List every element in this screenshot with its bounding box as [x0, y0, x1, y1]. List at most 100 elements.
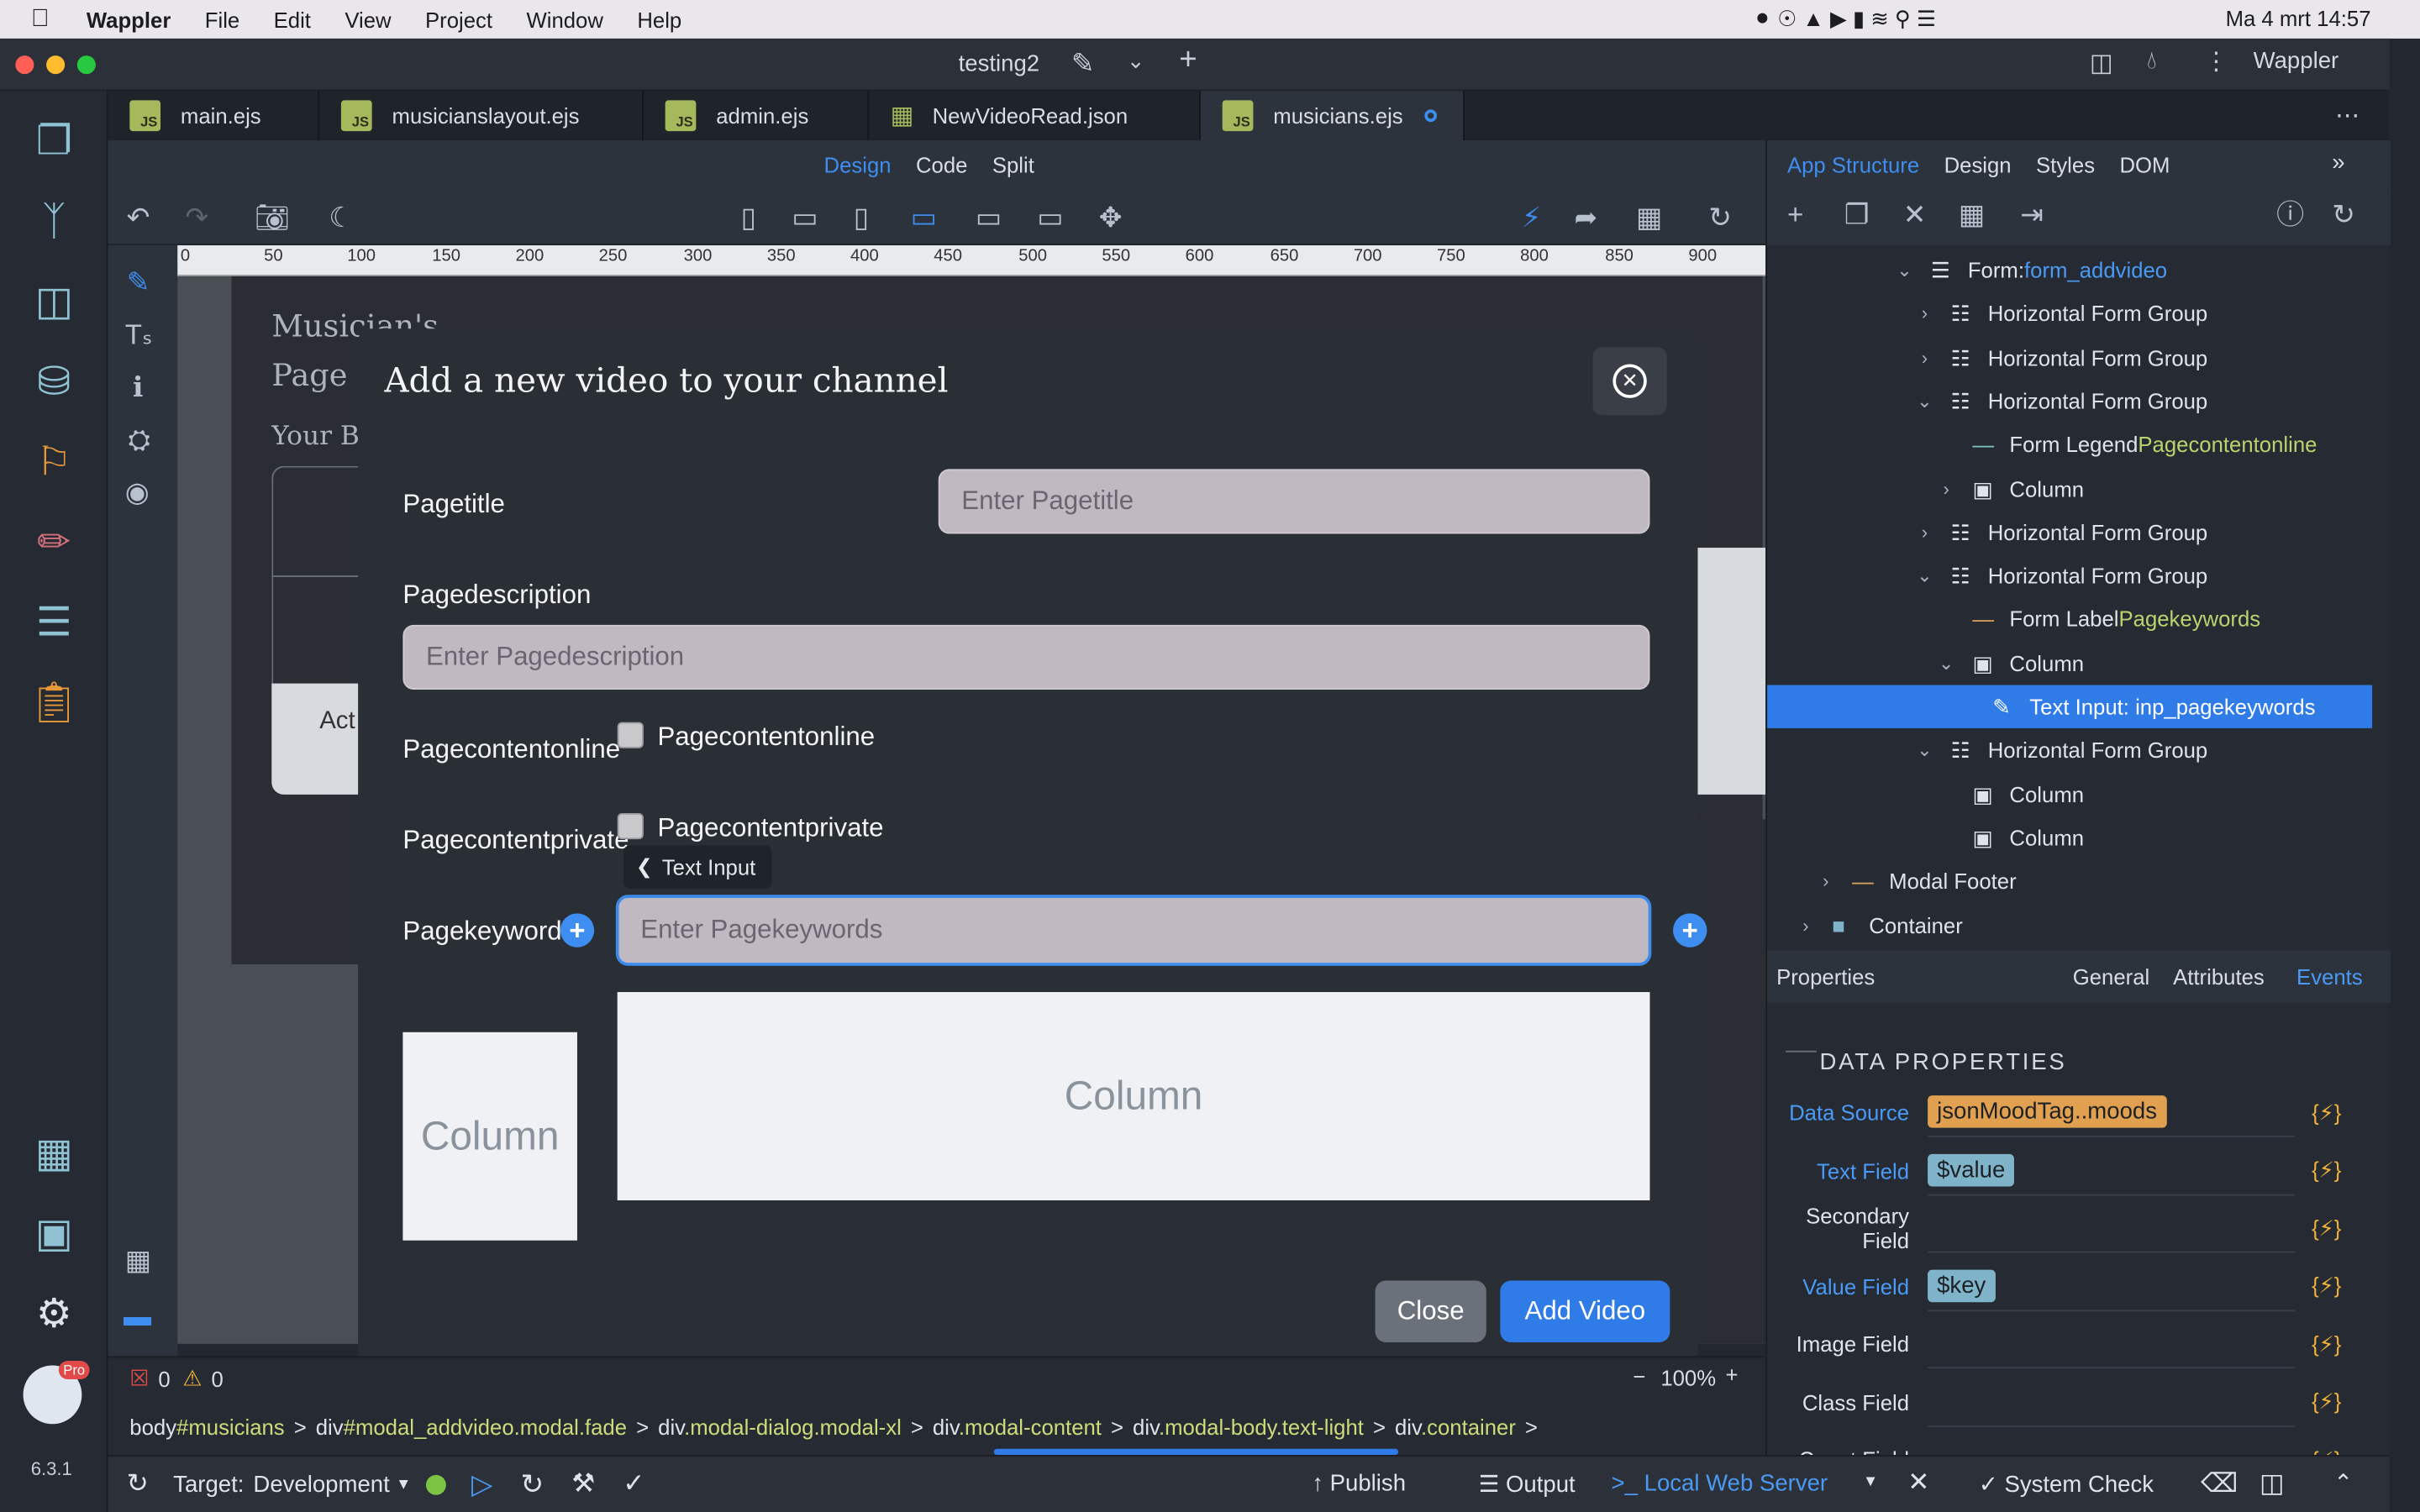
check-circle-icon[interactable]: ✓	[623, 1469, 644, 1500]
warning-icon[interactable]: ⚠	[182, 1366, 202, 1392]
tab-design-panel[interactable]: Design	[1944, 153, 2012, 177]
add-project-icon[interactable]: +	[1179, 43, 1197, 78]
property-value-chip[interactable]: jsonMoodTag..moods	[1928, 1095, 2167, 1128]
chevron-down-icon[interactable]: ⌄	[1127, 48, 1145, 74]
more-vertical-icon[interactable]: ⋮	[2204, 46, 2228, 77]
zoom-in-icon[interactable]: +	[1725, 1362, 1738, 1387]
copy-icon[interactable]: ❐	[1844, 199, 1870, 230]
breadcrumb-content[interactable]: div.modal-content	[933, 1415, 1102, 1439]
desktop-icon[interactable]: ▭	[976, 202, 1002, 234]
tab-main-ejs[interactable]: JS main.ejs	[108, 91, 320, 141]
breadcrumb-body[interactable]: body#musicians	[129, 1415, 284, 1439]
tab-newvideoread-json[interactable]: ▦ NewVideoRead.json	[869, 91, 1201, 141]
routing-icon[interactable]: ⚐	[26, 433, 82, 489]
grid-icon[interactable]: ▦	[125, 1245, 151, 1276]
tree-item[interactable]: ⌄ ☷ Horizontal Form Group	[1767, 728, 2372, 771]
caret-down-icon[interactable]: ▼	[396, 1476, 411, 1493]
database-icon[interactable]: ⛁︎	[26, 354, 82, 409]
clipboard-icon[interactable]: 📋︎	[26, 675, 82, 730]
target-select[interactable]: Development	[253, 1471, 389, 1497]
tree-item[interactable]: ⌄ ☷ Horizontal Form Group	[1767, 554, 2372, 597]
apple-icon[interactable]: 	[31, 5, 50, 33]
tab-styles[interactable]: Styles	[2036, 153, 2095, 177]
close-button[interactable]: Close	[1375, 1280, 1486, 1342]
undo-icon[interactable]: ↶	[127, 202, 150, 234]
chevron-up-icon[interactable]: ⌃	[2333, 1469, 2353, 1496]
collapse-panel-icon[interactable]: »	[2332, 150, 2344, 176]
extensions-icon[interactable]: ▦	[26, 1125, 82, 1180]
tree-item[interactable]: › ■ Container	[1767, 903, 2372, 946]
menu-edit[interactable]: Edit	[274, 7, 311, 31]
status-icons[interactable]: ⚫︎ ☉ ▲ ▶ ▮ ≋ ⚲ ☰	[1754, 6, 1936, 32]
property-value-field[interactable]: jsonMoodTag..moods	[1928, 1088, 2296, 1137]
tree-item[interactable]: › — Modal Footer	[1767, 859, 2372, 902]
dynamic-data-icon[interactable]: {⚡}	[2312, 1100, 2341, 1126]
move-icon[interactable]: ✥	[1099, 202, 1123, 234]
error-icon[interactable]: ☒	[129, 1366, 149, 1392]
add-after-icon[interactable]: +	[1673, 913, 1707, 948]
pagecontentprivate-checkbox[interactable]	[617, 812, 644, 840]
tab-code[interactable]: Code	[916, 153, 967, 177]
tab-app-structure[interactable]: App Structure	[1787, 153, 1919, 177]
tab-dom[interactable]: DOM	[2119, 153, 2170, 177]
tab-design[interactable]: Design	[824, 153, 892, 177]
property-value-field[interactable]	[1928, 1319, 2296, 1369]
property-value-field[interactable]	[1928, 1435, 2295, 1455]
menu-help[interactable]: Help	[637, 7, 681, 31]
tree-item[interactable]: ▣ Column	[1767, 772, 2372, 815]
modal-close-button[interactable]: ✕	[1592, 347, 1667, 416]
more-tabs-icon[interactable]: ⋯	[2335, 100, 2360, 131]
theme-drop-icon[interactable]: 💧︎	[2147, 48, 2157, 76]
maximize-window-icon[interactable]	[76, 55, 96, 75]
pagedescription-input[interactable]: Enter Pagedescription	[402, 624, 1650, 690]
property-value-field[interactable]: $value	[1928, 1146, 2296, 1195]
chevron-right-icon[interactable]: ›	[1914, 347, 1936, 369]
dynamic-data-icon[interactable]: {⚡}	[2312, 1331, 2341, 1357]
phone-icon[interactable]: ▯	[741, 202, 756, 234]
refresh-tree-icon[interactable]: ↻	[2332, 199, 2355, 230]
menubar-clock[interactable]: Ma 4 mrt 14:57	[2226, 6, 2371, 30]
git-icon[interactable]: ᛉ	[26, 193, 82, 249]
tab-general[interactable]: General	[2073, 964, 2149, 989]
tree-item[interactable]: ⌄ ▣ Column	[1767, 642, 2372, 685]
redo-icon[interactable]: ↷	[185, 202, 208, 234]
tab-events[interactable]: Events	[2296, 964, 2363, 989]
pagekeywords-input[interactable]: Enter Pagekeywords	[615, 895, 1652, 966]
move-out-icon[interactable]: ⇥	[2020, 199, 2044, 230]
tree-item[interactable]: — Form Legend Pagecontentonline	[1767, 423, 2372, 466]
system-check-button[interactable]: ✓ System Check	[1979, 1470, 2154, 1498]
pages-icon[interactable]: ❐	[26, 113, 82, 168]
phone-landscape-icon[interactable]: ▭	[792, 202, 818, 234]
zoom-out-icon[interactable]: −	[1633, 1364, 1645, 1389]
run-icon[interactable]: ▷	[471, 1468, 492, 1501]
property-value-field[interactable]: $key	[1928, 1262, 2296, 1311]
tree-item[interactable]: ⌄ ☰ Form: form_addvideo	[1767, 249, 2372, 291]
horizontal-scrollbar[interactable]	[993, 1448, 1399, 1456]
tree-item[interactable]: ✎ Text Input: inp_pagekeywords	[1767, 685, 2373, 728]
close-window-icon[interactable]	[15, 55, 34, 75]
chevron-down-icon[interactable]: ⌄	[1894, 260, 1916, 281]
menu-view[interactable]: View	[345, 7, 391, 31]
chevron-right-icon[interactable]: ›	[1815, 870, 1837, 892]
column-placeholder-small[interactable]: Column	[402, 1032, 577, 1241]
pagetitle-input[interactable]: Enter Pagetitle	[938, 469, 1650, 534]
tab-musicians-ejs[interactable]: JS musicians.ejs	[1200, 91, 1465, 141]
add-video-button[interactable]: Add Video	[1500, 1280, 1670, 1342]
breadcrumb-modal[interactable]: div#modal_addvideo.modal.fade	[316, 1415, 627, 1439]
refresh-icon[interactable]: ↻	[1708, 202, 1732, 234]
stop-server-icon[interactable]: ✕	[1907, 1467, 1929, 1499]
help-icon[interactable]: ⓘ	[2276, 199, 2304, 230]
eraser-icon[interactable]: ⌫	[2201, 1469, 2238, 1500]
pagecontentprivate-check-label[interactable]: Pagecontentprivate	[657, 813, 883, 844]
server-caret-icon[interactable]: ▼	[1863, 1473, 1878, 1490]
trash-icon[interactable]: ◫	[2260, 1469, 2285, 1500]
menu-file[interactable]: File	[205, 7, 239, 31]
menu-window[interactable]: Window	[526, 7, 602, 31]
property-value-chip[interactable]: $key	[1928, 1268, 1996, 1302]
pagecontentonline-check-label[interactable]: Pagecontentonline	[657, 722, 875, 753]
chevron-down-icon[interactable]: ⌄	[1914, 564, 1936, 586]
tree-item[interactable]: — Form Label Pagekeywords	[1767, 598, 2372, 641]
layout-panel-icon[interactable]: ◫	[2090, 48, 2113, 79]
output-button[interactable]: ☰ Output	[1479, 1470, 1576, 1498]
tab-split[interactable]: Split	[992, 153, 1034, 177]
